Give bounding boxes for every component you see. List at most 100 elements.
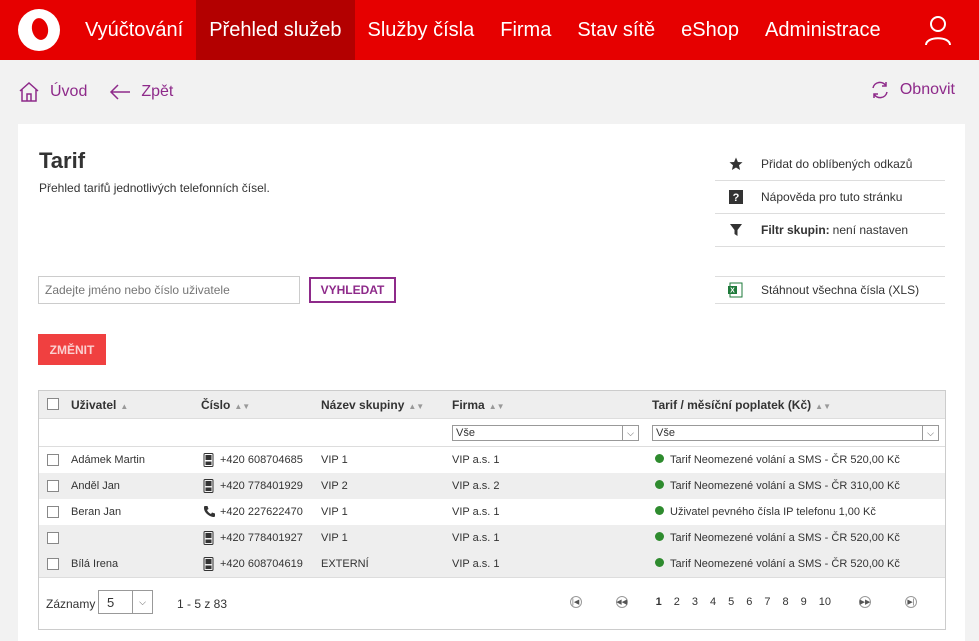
filter-label: Filtr skupin: [761, 223, 830, 237]
cell-group: VIP 1 [321, 506, 348, 518]
company-filter-value: Vše [456, 427, 475, 439]
help-link[interactable]: ? Nápověda pro tuto stránku [715, 181, 945, 214]
cell-number[interactable]: +420 227622470 [220, 506, 303, 518]
tariff-filter-select[interactable]: Vše ⌵ [652, 425, 939, 441]
status-active-icon [655, 454, 664, 463]
mobile-icon [203, 531, 214, 548]
page-number-link[interactable]: 6 [746, 596, 752, 608]
cell-tariff: Tarif Neomezené volání a SMS - ČR 520,00… [655, 558, 900, 570]
page-number-link[interactable]: 8 [783, 596, 789, 608]
cell-number[interactable]: +420 778401927 [220, 532, 303, 544]
nav-item-number-services[interactable]: Služby čísla [355, 0, 488, 60]
table-row[interactable]: Anděl Jan +420 778401929 VIP 2 VIP a.s. 2 Ta… [39, 473, 945, 499]
cell-user: Bílá Irena [71, 558, 119, 570]
cell-user: Anděl Jan [71, 480, 120, 492]
change-button[interactable]: ZMĚNIT [38, 334, 106, 365]
row-checkbox[interactable] [47, 558, 59, 570]
home-link[interactable]: Úvod [18, 81, 87, 103]
tariff-table: Uživatel ▲ Číslo ▲▼ Název skupiny ▲▼ Firma ▲… [38, 390, 946, 630]
records-range: 1 - 5 z 83 [177, 597, 228, 611]
page-number-link[interactable]: 2 [674, 596, 680, 608]
arrow-left-icon [110, 84, 131, 100]
search-input[interactable] [38, 276, 300, 304]
header-tariff[interactable]: Tarif / měsíční poplatek (Kč) ▲▼ [652, 398, 831, 412]
cell-number[interactable]: +420 608704685 [220, 454, 303, 466]
first-page-icon[interactable]: |◀ [569, 596, 582, 608]
table-row[interactable]: +420 778401927 VIP 1 VIP a.s. 1 Tarif Neome… [39, 525, 945, 551]
help-label: Nápověda pro tuto stránku [761, 190, 903, 204]
chevron-down-icon: ⌵ [922, 426, 938, 440]
add-favorite-link[interactable]: Přidat do oblíbených odkazů [715, 148, 945, 181]
chevron-down-icon: ⌵ [622, 426, 638, 440]
cell-tariff: Tarif Neomezené volání a SMS - ČR 520,00… [655, 454, 900, 466]
excel-icon: X [721, 282, 751, 298]
cell-group: EXTERNÍ [321, 558, 369, 570]
row-checkbox[interactable] [47, 532, 59, 544]
refresh-button[interactable]: Obnovit [870, 80, 955, 100]
table-footer: Záznamy 5 ⌵ 1 - 5 z 83 |◀ ◀◀ 1 2 3 4 5 6 7 8 9 10… [39, 577, 945, 629]
star-icon [721, 157, 751, 171]
search-button[interactable]: VYHLEDAT [309, 277, 396, 303]
cell-number[interactable]: +420 778401929 [220, 480, 303, 492]
cell-company: VIP a.s. 1 [452, 532, 500, 544]
page-number-link[interactable]: 9 [801, 596, 807, 608]
tariff-filter-value: Vše [656, 427, 675, 439]
header-number[interactable]: Číslo ▲▼ [201, 398, 250, 412]
row-checkbox[interactable] [47, 480, 59, 492]
sort-icon: ▲▼ [234, 401, 251, 411]
back-link[interactable]: Zpět [109, 83, 173, 101]
filter-value: není nastaven [832, 223, 909, 237]
pagination: |◀ ◀◀ 1 2 3 4 5 6 7 8 9 10 ▶▶ ▶| [564, 596, 923, 608]
nav-item-eshop[interactable]: eShop [668, 0, 752, 60]
header-group[interactable]: Název skupiny ▲▼ [321, 398, 424, 412]
nav-item-network-status[interactable]: Stav sítě [564, 0, 668, 60]
sort-icon: ▲▼ [408, 401, 425, 411]
user-profile-icon[interactable] [923, 14, 953, 46]
page-number-link[interactable]: 7 [764, 596, 770, 608]
top-navbar: Vyúčtování Přehled služeb Služby čísla F… [0, 0, 979, 60]
landline-icon [203, 505, 216, 521]
select-all-checkbox[interactable] [47, 398, 59, 410]
cell-number[interactable]: +420 608704619 [220, 558, 303, 570]
cell-tariff: Tarif Neomezené volání a SMS - ČR 310,00… [655, 480, 900, 492]
last-page-icon[interactable]: ▶| [905, 596, 917, 608]
header-user[interactable]: Uživatel ▲ [71, 398, 128, 412]
table-row[interactable]: Adámek Martin +420 608704685 VIP 1 VIP a.s.… [39, 447, 945, 473]
filter-icon [721, 223, 751, 237]
cell-group: VIP 1 [321, 532, 348, 544]
cell-company: VIP a.s. 1 [452, 558, 500, 570]
svg-text:X: X [730, 288, 735, 295]
table-row[interactable]: Beran Jan +420 227622470 VIP 1 VIP a.s. 1 Už… [39, 499, 945, 525]
download-xls-label: Stáhnout všechna čísla (XLS) [761, 283, 920, 297]
row-checkbox[interactable] [47, 454, 59, 466]
page-number-link[interactable]: 5 [728, 596, 734, 608]
records-per-page-value: 5 [107, 594, 115, 610]
row-checkbox[interactable] [47, 506, 59, 518]
nav-item-administration[interactable]: Administrace [752, 0, 894, 60]
previous-pages-icon[interactable]: ◀◀ [615, 596, 628, 608]
nav-item-billing[interactable]: Vyúčtování [72, 0, 196, 60]
table-filter-row: Vše ⌵ Vše ⌵ [39, 419, 945, 447]
group-filter-link[interactable]: Filtr skupin: není nastaven [715, 214, 945, 247]
main-nav: Vyúčtování Přehled služeb Služby čísla F… [72, 0, 894, 60]
next-pages-icon[interactable]: ▶▶ [859, 596, 871, 608]
page-number-link[interactable]: 4 [710, 596, 716, 608]
nav-item-company[interactable]: Firma [487, 0, 564, 60]
cell-user: Beran Jan [71, 506, 122, 518]
home-label: Úvod [50, 83, 88, 100]
table-row[interactable]: Bílá Irena +420 608704619 EXTERNÍ VIP a.s. … [39, 551, 945, 577]
refresh-label: Obnovit [899, 81, 955, 98]
page-number-link[interactable]: 1 [656, 596, 662, 608]
page-subtitle: Přehled tarifů jednotlivých telefonních … [39, 181, 270, 195]
cell-company: VIP a.s. 1 [452, 506, 500, 518]
records-per-page-select[interactable]: 5 ⌵ [98, 590, 153, 614]
cell-company: VIP a.s. 1 [452, 454, 500, 466]
home-icon [19, 81, 39, 102]
page-number-link[interactable]: 10 [819, 596, 831, 608]
download-xls-link[interactable]: X Stáhnout všechna čísla (XLS) [715, 276, 945, 304]
vodafone-logo-icon[interactable] [18, 9, 60, 51]
header-company[interactable]: Firma ▲▼ [452, 398, 505, 412]
company-filter-select[interactable]: Vše ⌵ [452, 425, 639, 441]
page-number-link[interactable]: 3 [692, 596, 698, 608]
nav-item-services-overview[interactable]: Přehled služeb [196, 0, 355, 60]
